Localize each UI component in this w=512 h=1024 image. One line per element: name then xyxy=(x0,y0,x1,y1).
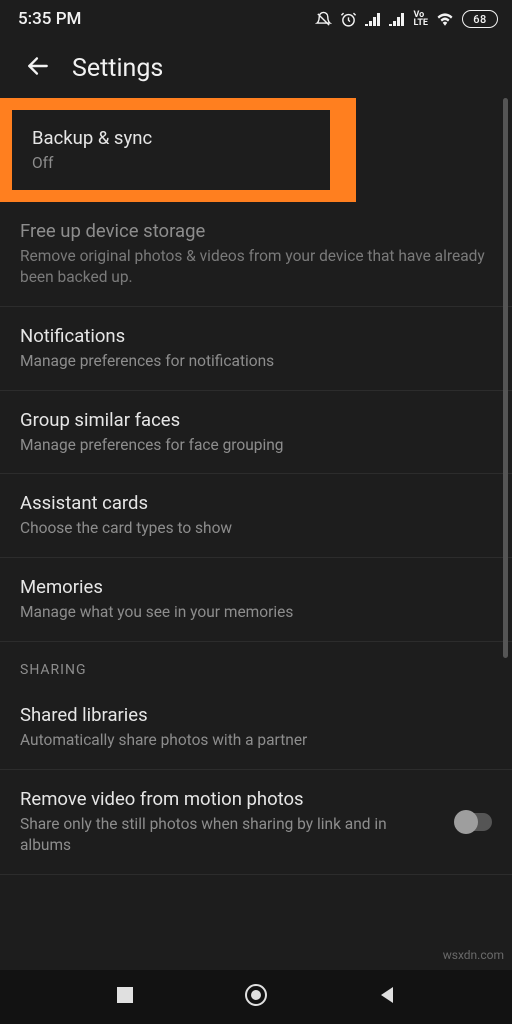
square-icon xyxy=(116,986,134,1008)
toggle-knob xyxy=(454,810,478,834)
section-sharing: SHARING xyxy=(0,642,512,686)
item-notifications[interactable]: Notifications Manage preferences for not… xyxy=(0,307,512,391)
nav-back-button[interactable] xyxy=(367,977,407,1017)
toggle-switch[interactable] xyxy=(456,813,492,831)
arrow-back-icon xyxy=(25,53,51,83)
battery-icon: 68 xyxy=(462,10,498,28)
item-title: Group similar faces xyxy=(20,408,492,433)
status-bar: 5:35 PM VoLTE 68 xyxy=(0,0,512,38)
item-title: Shared libraries xyxy=(20,703,492,728)
item-title: Assistant cards xyxy=(20,491,492,516)
signal-1-icon xyxy=(365,12,381,26)
item-free-up-storage[interactable]: Free up device storage Remove original p… xyxy=(0,202,512,307)
signal-2-icon xyxy=(389,12,405,26)
status-icons: VoLTE 68 xyxy=(315,10,498,28)
item-subtitle: Manage what you see in your memories xyxy=(20,602,492,623)
item-subtitle: Choose the card types to show xyxy=(20,518,492,539)
alarm-icon xyxy=(340,11,357,28)
item-subtitle: Share only the still photos when sharing… xyxy=(20,814,432,856)
nav-home-button[interactable] xyxy=(236,977,276,1017)
watermark: wsxdn.com xyxy=(443,948,504,962)
back-button[interactable] xyxy=(14,44,62,92)
status-time: 5:35 PM xyxy=(18,9,81,29)
item-subtitle: Manage preferences for notifications xyxy=(20,351,492,372)
volte-icon: VoLTE xyxy=(413,11,428,27)
scrollbar[interactable] xyxy=(503,98,508,658)
highlight-frame: Backup & sync Off xyxy=(0,98,356,202)
page-title: Settings xyxy=(72,54,163,83)
triangle-back-icon xyxy=(377,985,397,1009)
wifi-icon xyxy=(436,12,454,26)
item-subtitle: Remove original photos & videos from you… xyxy=(20,246,492,288)
nav-recents-button[interactable] xyxy=(105,977,145,1017)
app-bar: Settings xyxy=(0,38,512,98)
item-title: Remove video from motion photos xyxy=(20,787,432,812)
settings-list: Backup & sync Off Free up device storage… xyxy=(0,98,512,875)
item-group-similar-faces[interactable]: Group similar faces Manage preferences f… xyxy=(0,391,512,475)
item-memories[interactable]: Memories Manage what you see in your mem… xyxy=(0,558,512,642)
item-backup-sync[interactable]: Backup & sync Off xyxy=(12,110,330,190)
dnd-icon xyxy=(315,11,332,28)
item-subtitle: Manage preferences for face grouping xyxy=(20,435,492,456)
circle-icon xyxy=(244,983,268,1011)
item-remove-video-motion[interactable]: Remove video from motion photos Share on… xyxy=(0,770,512,875)
item-title: Notifications xyxy=(20,324,492,349)
item-title: Free up device storage xyxy=(20,219,492,244)
item-title: Backup & sync xyxy=(32,126,310,151)
navigation-bar xyxy=(0,970,512,1024)
item-shared-libraries[interactable]: Shared libraries Automatically share pho… xyxy=(0,686,512,770)
item-assistant-cards[interactable]: Assistant cards Choose the card types to… xyxy=(0,474,512,558)
item-subtitle: Off xyxy=(32,153,310,174)
item-subtitle: Automatically share photos with a partne… xyxy=(20,730,492,751)
item-title: Memories xyxy=(20,575,492,600)
